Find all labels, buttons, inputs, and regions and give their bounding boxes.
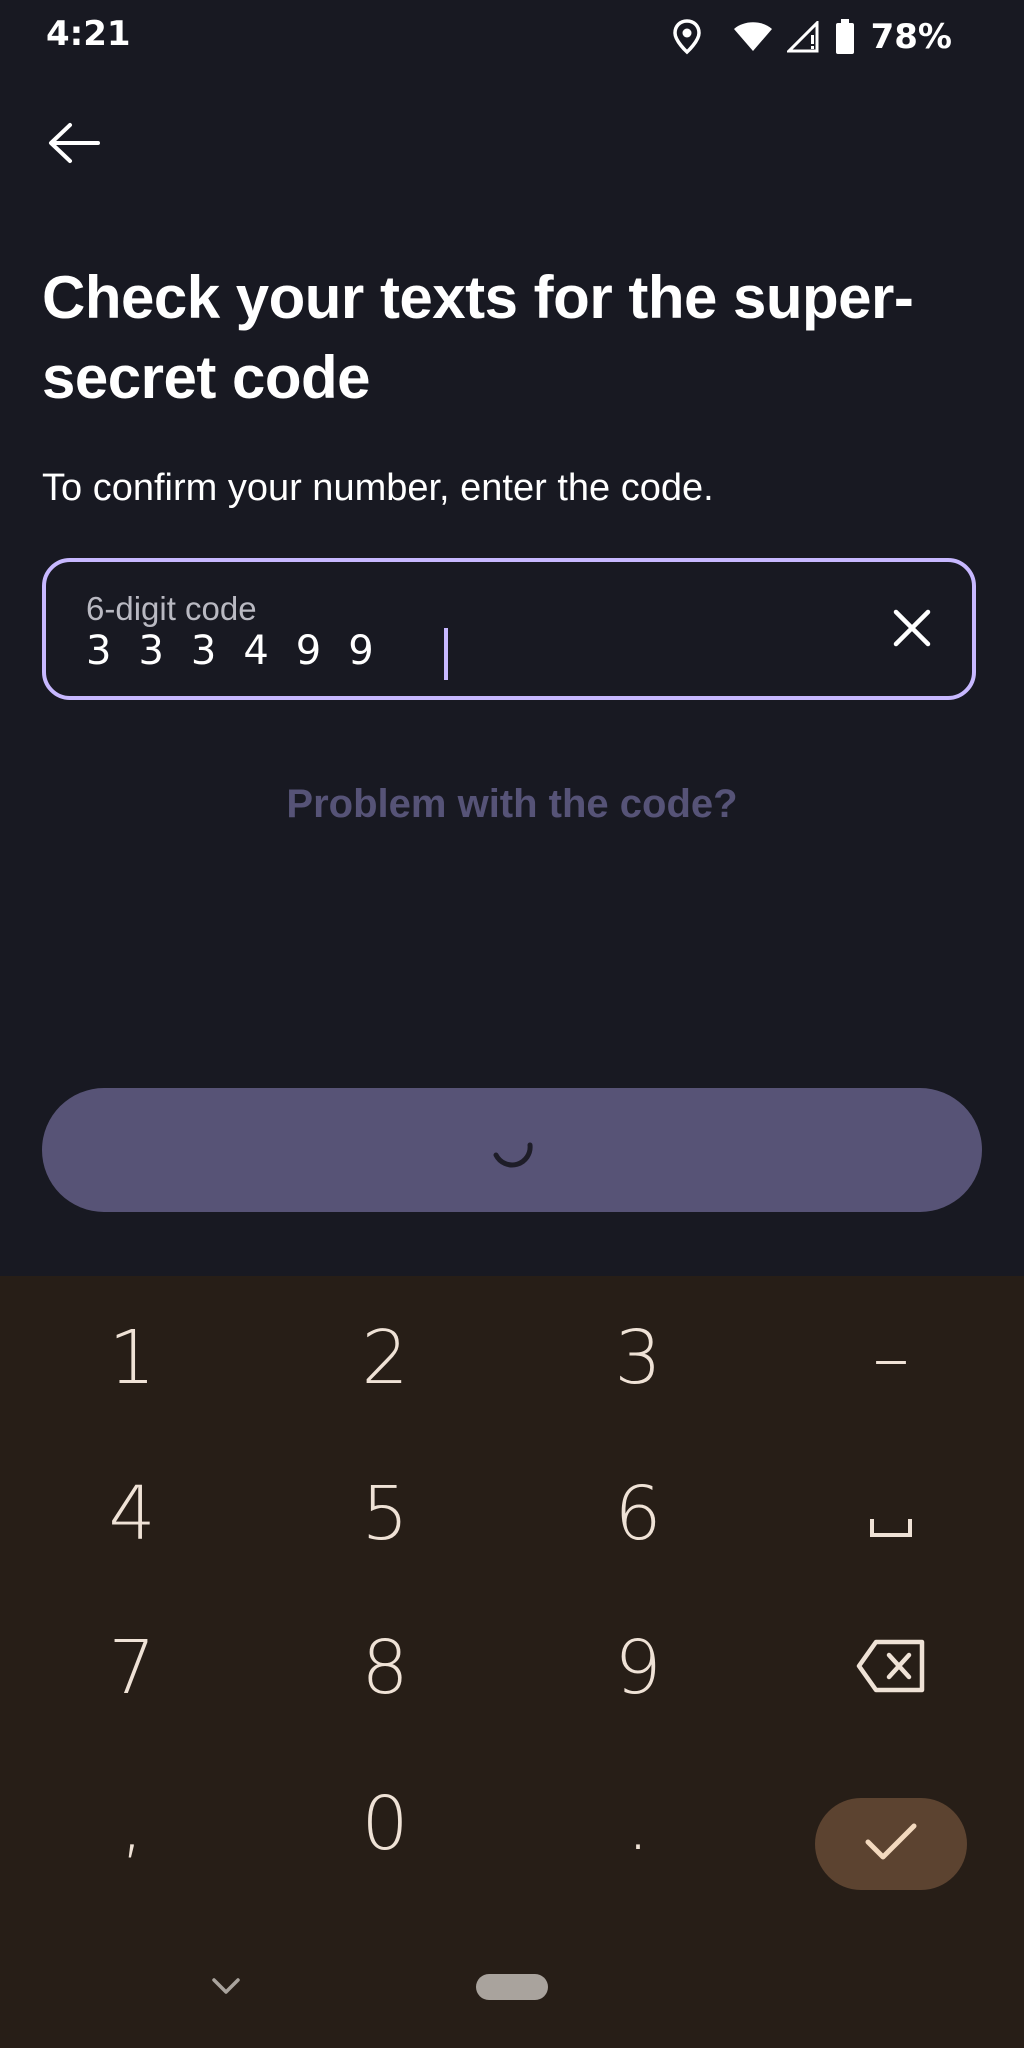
key-backspace[interactable] — [781, 1598, 1001, 1738]
key-2[interactable]: 2 — [275, 1288, 495, 1428]
key-8[interactable]: 8 — [275, 1598, 495, 1738]
problem-with-code-link[interactable]: Problem with the code? — [0, 782, 1024, 827]
key-7[interactable]: 7 — [22, 1598, 242, 1738]
close-icon — [892, 608, 932, 653]
key-6[interactable]: 6 — [528, 1444, 748, 1584]
key-9[interactable]: 9 — [528, 1598, 748, 1738]
clear-button[interactable] — [882, 600, 942, 660]
continue-button[interactable] — [42, 1088, 982, 1212]
key-5[interactable]: 5 — [275, 1444, 495, 1584]
status-icons: 78% — [672, 14, 952, 60]
key-3[interactable]: 3 — [528, 1288, 748, 1428]
arrow-left-icon — [46, 121, 102, 170]
key-enter[interactable] — [815, 1798, 967, 1890]
verification-screen: 4:21 78% Check your texts for the super-… — [0, 0, 1024, 2048]
home-gesture-bar[interactable] — [476, 1974, 548, 2000]
space-icon — [869, 1471, 913, 1557]
checkmark-icon — [864, 1822, 918, 1867]
numeric-keyboard: 1 2 3 – 4 5 6 7 8 9 , 0 . — [0, 1276, 1024, 2048]
status-time: 4:21 — [46, 14, 131, 54]
back-button[interactable] — [36, 110, 112, 180]
key-dash[interactable]: – — [781, 1288, 1001, 1428]
key-period[interactable]: . — [528, 1754, 748, 1894]
location-icon — [672, 19, 701, 55]
key-4[interactable]: 4 — [22, 1444, 242, 1584]
chevron-down-icon — [211, 1977, 241, 2000]
code-input[interactable]: 6-digit code 333499 — [42, 558, 976, 700]
signal-icon — [786, 21, 821, 53]
page-subtitle: To confirm your number, enter the code. — [42, 467, 714, 509]
key-0[interactable]: 0 — [275, 1754, 495, 1894]
hide-keyboard-button[interactable] — [206, 1968, 246, 2008]
battery-percent: 78% — [870, 17, 952, 57]
spinner-icon — [487, 1123, 537, 1178]
status-bar: 4:21 78% — [0, 0, 1024, 72]
battery-icon — [835, 19, 855, 55]
backspace-icon — [856, 1625, 926, 1711]
wifi-icon — [733, 21, 773, 53]
text-caret — [444, 628, 448, 680]
code-input-value[interactable]: 333499 — [86, 628, 401, 674]
key-comma[interactable]: , — [22, 1754, 242, 1894]
code-input-label: 6-digit code — [86, 590, 257, 627]
page-title: Check your texts for the super-secret co… — [42, 264, 914, 411]
key-space[interactable] — [781, 1444, 1001, 1584]
key-1[interactable]: 1 — [22, 1288, 242, 1428]
